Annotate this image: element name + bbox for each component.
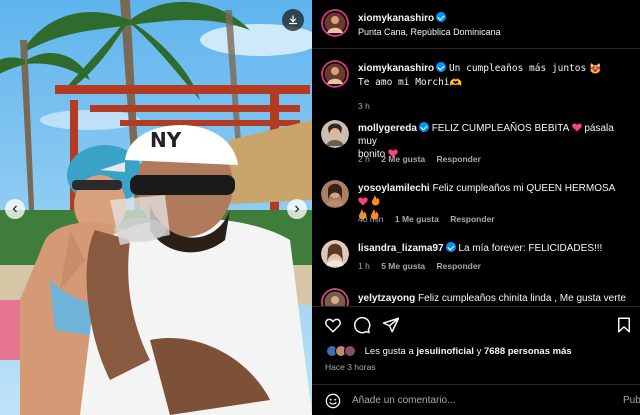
heart-eyes-cat-emoji: 😻 [589,64,602,75]
comment-likes[interactable]: 5 Me gusta [381,261,425,271]
likes-summary[interactable]: Les gusta a jesulinoficial y 7688 person… [326,345,572,359]
send-icon[interactable] [382,316,400,334]
pink-heart-icon [571,123,582,132]
download-button[interactable] [282,9,304,31]
post-timestamp[interactable]: Hace 3 horas [325,362,376,372]
avatar-image [321,120,349,148]
comment-message: Feliz cumpleaños chinita linda , Me gust… [418,293,626,304]
comment-username[interactable]: mollygereda [358,123,417,134]
commenter-avatar[interactable] [321,180,349,208]
likes-prefix: Les gusta a [364,346,414,357]
avatar-image [321,60,349,88]
caption-line-2: Te amo mi Morchi [358,77,450,88]
chevron-left-icon [12,205,17,213]
svg-text:NY: NY [150,128,182,152]
comment-username[interactable]: lisandra_lizama97 [358,243,444,254]
comment-time[interactable]: 2 h [358,154,370,164]
comment-text: lisandra_lizama97 La mía forever: FELICI… [358,242,626,255]
comment-likes[interactable]: 2 Me gusta [381,154,425,164]
comment-message: La mía forever: FELICIDADES!!! [458,243,603,254]
post-header: xiomykanashiro Punta Cana, República Dom… [312,0,640,49]
caption-username[interactable]: xiomykanashiro [358,63,434,74]
publish-button[interactable]: Pub [623,395,640,406]
emoji-icon[interactable] [325,393,341,409]
post-actions-bar [312,306,640,342]
comment-time[interactable]: 1 h [358,261,370,271]
comment-message: Feliz cumpleaños mi QUEEN HERMOSA [432,183,615,194]
photo-scene: NY [0,0,312,415]
comment-time[interactable]: 40 min [358,214,384,224]
caption-avatar[interactable] [321,60,349,88]
heart-hands-emoji: 🫶 [449,78,462,89]
comment-meta: 1 h 5 Me gusta Responder [358,261,490,271]
caption-text: xiomykanashiro Un cumpleaños más juntos … [358,62,626,90]
author-name-line: xiomykanashiro [358,12,447,24]
next-photo-button[interactable] [287,199,307,219]
verified-badge-icon [436,62,447,72]
chevron-right-icon [295,205,300,213]
comment-username[interactable]: yelytzayong [358,293,415,304]
reply-button[interactable]: Responder [437,154,481,164]
commenter-avatar[interactable] [321,240,349,268]
comment-text: yelytzayong Feliz cumpleaños chinita lin… [358,292,626,305]
author-avatar[interactable] [321,9,349,37]
commenter-avatar[interactable] [321,288,349,306]
reply-button[interactable]: Responder [437,261,481,271]
previous-photo-button[interactable] [5,199,25,219]
caption-line-1: Un cumpleaños más juntos [448,63,587,74]
post-location[interactable]: Punta Cana, República Dominicana [358,27,501,37]
likes-user[interactable]: jesulinoficial [416,346,474,357]
verified-badge-icon [445,242,456,252]
comment-username[interactable]: yosoylamilechi [358,183,430,194]
avatar-image [321,240,349,268]
download-icon [288,15,298,25]
avatar-image [321,180,349,208]
pink-heart-icon [358,197,368,206]
comment-icon[interactable] [353,316,371,334]
verified-badge-icon [436,12,447,22]
post-photo[interactable]: NY [0,0,312,415]
comment-message: FELIZ CUMPLEAÑOS BEBITA [431,123,569,134]
avatar-image [321,288,349,306]
avatar-image [321,9,349,37]
commenter-avatar[interactable] [321,120,349,148]
verified-badge-icon [418,122,429,132]
comment-meta: 2 h 2 Me gusta Responder [358,154,490,164]
comment-likes[interactable]: 1 Me gusta [395,214,439,224]
caption-time[interactable]: 3 h [358,101,370,111]
caption-meta: 3 h [358,101,379,111]
heart-icon[interactable] [324,316,342,334]
likes-conj: y [476,346,482,357]
add-comment-bar: Pub [312,384,640,415]
bookmark-icon[interactable] [615,316,633,334]
liker-avatars [326,345,358,357]
likes-others[interactable]: 7688 personas más [484,346,572,357]
comments-list[interactable]: xiomykanashiro Un cumpleaños más juntos … [312,50,640,306]
author-username[interactable]: xiomykanashiro [358,13,434,24]
comment-meta: 40 min 1 Me gusta Responder [358,214,504,224]
post-details-panel: xiomykanashiro Punta Cana, República Dom… [312,0,640,415]
fire-icon [371,195,380,206]
comment-input[interactable] [352,390,602,410]
reply-button[interactable]: Responder [450,214,494,224]
